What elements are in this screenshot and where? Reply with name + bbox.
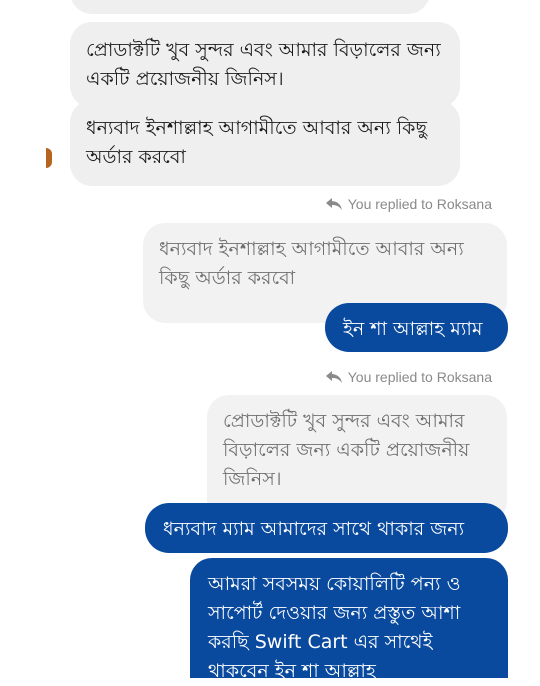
reply-indicator-text: You replied to Roksana [347,369,492,385]
outgoing-message[interactable]: ইন শা আল্লাহ ম্যাম [325,303,508,352]
reply-arrow-icon [325,371,342,383]
reply-arrow-icon [325,198,342,210]
reply-indicator: You replied to Roksana [325,196,492,212]
incoming-message[interactable]: ধন্যবাদ ইনশাল্লাহ আগামীতে আবার অন্য কিছু… [70,100,460,186]
outgoing-message[interactable]: আমরা সবসময় কোয়ালিটি পন্য ও সাপোর্ট দেও… [190,558,508,682]
sender-avatar[interactable] [46,148,52,168]
outgoing-message[interactable]: ধন্যবাদ ম্যাম আমাদের সাথে থাকার জন্য [145,503,508,553]
reply-indicator-text: You replied to Roksana [347,196,492,212]
reply-indicator: You replied to Roksana [325,369,492,385]
incoming-message-partial[interactable] [70,0,430,14]
incoming-message[interactable]: প্রোডাক্টটি খুব সুন্দর এবং আমার বিড়ালের… [70,22,460,108]
